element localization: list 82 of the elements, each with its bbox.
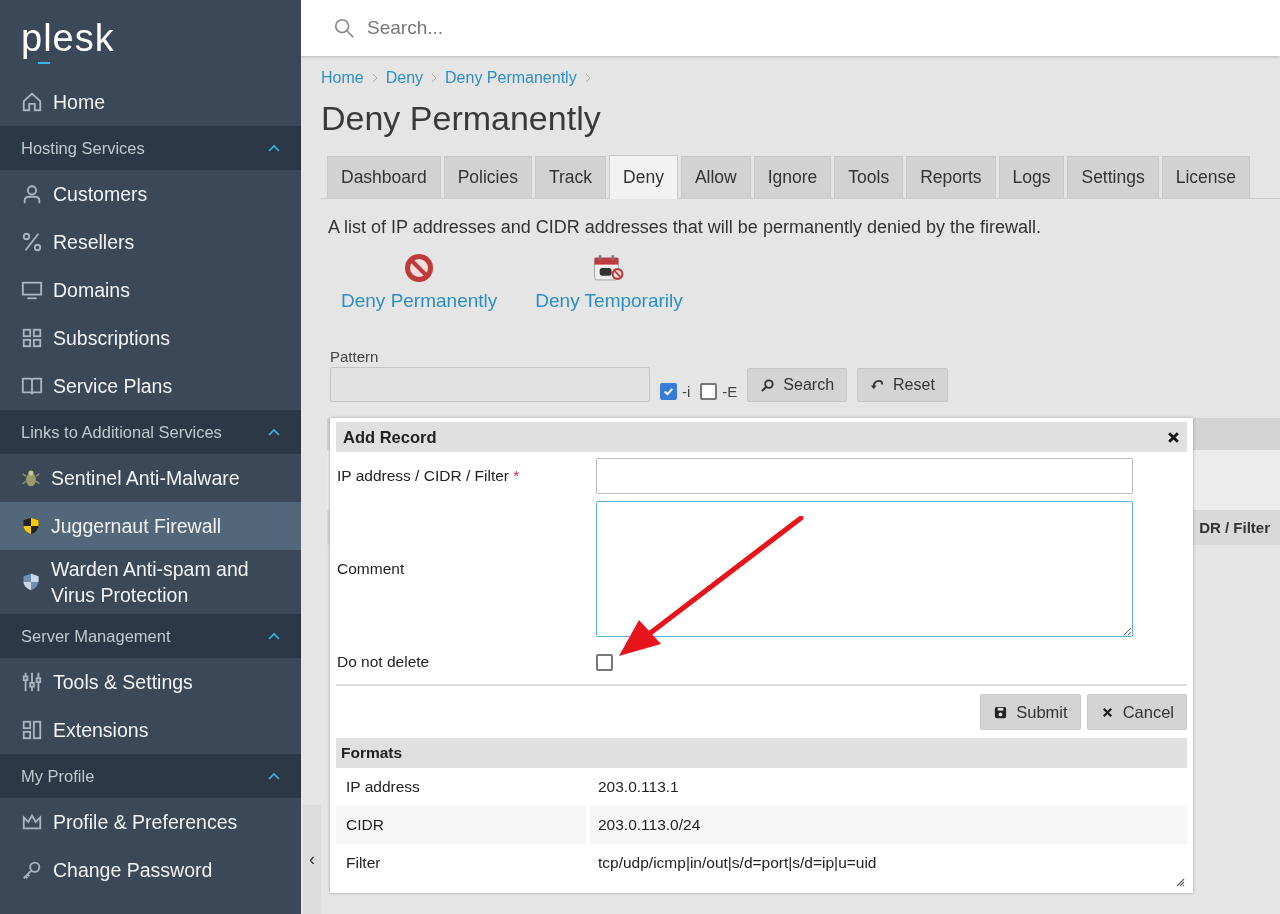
nav-item[interactable]: Customers [0,170,301,218]
nav-item[interactable]: Domains [0,266,301,314]
pattern-field[interactable] [330,367,650,402]
table-cell: CIDR [336,806,586,844]
reset-button[interactable]: Reset [857,368,948,402]
checkbox[interactable] [660,383,677,400]
section-title: Formats [341,744,403,762]
tab[interactable]: Allow [680,156,751,198]
chevron-up-icon [268,632,280,640]
field-label: Pattern [330,348,380,365]
field-label: IP address / CIDR / Filter * [337,467,521,485]
cancel-button[interactable]: Cancel [1086,694,1187,730]
save-icon [993,704,1009,720]
table-cell-text: Filter [345,853,382,873]
extensions-icon [21,719,43,741]
shield-icon [21,572,41,592]
table-cell-text: IP address [345,777,421,797]
chevron-right-icon [584,73,591,83]
close-icon[interactable] [1167,430,1180,444]
home-icon [21,91,43,113]
tab[interactable]: Track [534,156,607,198]
chevron-up-icon [268,144,280,152]
checkbox[interactable] [700,383,718,400]
checkbox-label: -E [722,383,738,400]
table-cell-text: 203.0.113.1 [597,777,680,797]
chevron-right-icon [371,73,378,83]
sidebar-section-header[interactable]: Hosting Services [0,126,301,170]
nav-item[interactable]: Juggernaut Firewall [0,502,301,550]
tab[interactable]: Settings [1067,156,1159,198]
checkbox[interactable] [596,653,613,671]
table-cell: 203.0.113.0/24 [590,806,1187,844]
page-title: Deny Permanently [321,98,602,139]
sidebar-section-header[interactable]: Links to Additional Services [0,410,301,454]
collapse-handle[interactable]: ‹ [303,805,321,914]
tab[interactable]: Dashboard [327,156,441,198]
resize-grip-icon[interactable] [1175,877,1185,887]
sliders-icon [21,671,43,693]
description-text: A list of IP addresses and CIDR addresses that will be permanently denied by the firewall. [328,217,1043,238]
nav-item[interactable]: Subscriptions [0,314,301,362]
field-label: Comment [337,560,406,578]
chevron-up-icon [268,772,280,780]
sidebar-section-header[interactable]: My Profile [0,754,301,798]
percent-icon [21,231,43,253]
search-icon [333,17,355,39]
tab[interactable]: Reports [906,156,996,198]
tab[interactable]: License [1161,156,1250,198]
tab[interactable]: Policies [443,156,532,198]
nav-item[interactable]: Resellers [0,218,301,266]
nav-item[interactable]: Sentinel Anti-Malware [0,454,301,502]
tab[interactable]: Deny [609,155,678,199]
field-label: Do not delete [337,653,431,671]
ip-address-field[interactable] [596,458,1133,494]
nav-item[interactable]: Profile & Preferences [0,798,301,846]
sidebar-section-header[interactable]: Server Management [0,614,301,658]
tab[interactable]: Tools [834,156,904,198]
tab[interactable]: Ignore [753,156,832,198]
chevron-up-icon [268,428,280,436]
user-icon [21,183,43,205]
search-icon [760,377,776,393]
search-button[interactable]: Search [747,368,848,402]
grid-icon [21,327,43,349]
comment-field[interactable] [596,501,1133,637]
nav-item[interactable]: Warden Anti-spam and Virus Protection [0,550,301,614]
plesk-logo[interactable]: plesk [21,13,115,65]
column-heading: DR / Filter [1199,519,1270,536]
nav-item[interactable]: Change Password [0,846,301,894]
nav-item[interactable]: Extensions [0,706,301,754]
monitor-icon [21,279,43,301]
nav-item[interactable]: Home [0,78,301,126]
shield-icon [21,516,41,536]
chevron-right-icon [431,73,438,83]
nav-item[interactable]: Tools & Settings [0,658,301,706]
bug-icon [21,468,41,488]
book-icon [21,375,43,397]
key-icon [21,859,43,881]
dialog-title: Add Record [343,427,437,447]
tab[interactable]: Logs [998,156,1065,198]
nav-item[interactable]: Service Plans [0,362,301,410]
submit-button[interactable]: Submit [980,694,1081,730]
checkbox-label: -i [682,383,691,400]
table-cell-text: tcp/udp/icmp|in/out|s/d=port|s/d=ip|u=uid [597,853,878,873]
check-icon [662,385,675,398]
